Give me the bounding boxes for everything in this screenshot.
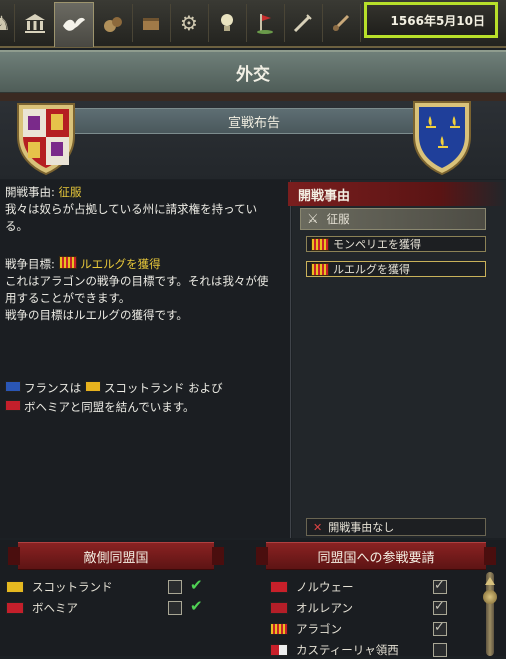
partial-tab-icon[interactable]: ♞ — [0, 4, 15, 42]
no-cb-option[interactable]: ✕ 開戦事由なし — [306, 518, 486, 536]
check-icon: ✔ — [190, 597, 203, 615]
bohemia-flag-icon — [5, 400, 21, 411]
wargoal-item[interactable]: モンペリエを獲得 — [306, 236, 486, 252]
enemy-ally-checkbox[interactable] — [168, 601, 182, 615]
declare-war-title: 宣戦布告 — [70, 108, 438, 134]
ally-name: スコットランド — [32, 580, 113, 594]
enemy-ally-checkbox[interactable] — [168, 580, 182, 594]
ideas-lightbulb-icon[interactable] — [208, 4, 247, 42]
ally-name: アラゴン — [296, 622, 342, 636]
cb-item-conquest[interactable]: ⚔ 征服 — [300, 208, 486, 230]
alliance-info: フランスは スコットランド および — [5, 380, 280, 397]
page-title: 外交 — [0, 50, 506, 95]
cb-value: 征服 — [58, 185, 82, 199]
france-flag-icon — [5, 381, 21, 392]
economy-icon[interactable] — [94, 4, 133, 42]
war-goal-line: 戦争目標: ルエルグを獲得 — [5, 256, 275, 273]
check-icon: ✓ — [434, 620, 445, 635]
call-ally-row: オルレアン — [270, 599, 480, 617]
alliance-info-2: ボヘミアと同盟を結んでいます。 — [5, 399, 280, 416]
production-gear-icon[interactable]: ⚙ — [170, 4, 209, 42]
game-date[interactable]: 1566年5月10日 — [364, 2, 498, 38]
call-ally-row: ノルウェー — [270, 578, 480, 596]
red-x-icon: ✕ — [313, 520, 323, 534]
scroll-up-icon[interactable] — [485, 577, 495, 585]
war-goal-description-2: 戦争の目標はルエルグの獲得です。 — [5, 308, 188, 322]
cb-label: 開戦事由: — [5, 185, 55, 199]
cb-list-header: 開戦事由 — [288, 182, 506, 206]
check-icon: ✓ — [434, 599, 445, 614]
no-cb-label: 開戦事由なし — [328, 521, 395, 534]
call-ally-row: アラゴン — [270, 620, 480, 638]
aragon-flag-icon — [58, 256, 77, 269]
trade-icon[interactable] — [132, 4, 171, 42]
war-goal-value: ルエルグを獲得 — [80, 257, 161, 271]
aragon-flag-icon — [311, 237, 329, 251]
scotland-flag-icon — [6, 581, 24, 593]
bohemia-flag-icon — [6, 602, 24, 614]
scroll-thumb[interactable] — [483, 590, 497, 604]
wargoal-label: モンペリエを獲得 — [333, 238, 421, 251]
cb-select-panel — [292, 180, 506, 538]
call-ally-checkbox[interactable] — [433, 643, 447, 657]
missionaries-icon[interactable] — [322, 4, 361, 42]
ally-name: ボヘミア — [32, 601, 78, 615]
cb-item-label: 征服 — [326, 212, 350, 226]
castile-flag-icon — [270, 644, 288, 656]
cb-description: 我々は奴らが占拠している州に請求権を持っている。 — [5, 202, 258, 233]
war-goal-description: これはアラゴンの戦争の目標です。それは我々が使用することができます。 — [5, 274, 269, 305]
missions-flag-icon[interactable] — [246, 4, 285, 42]
alliance-text-1: フランスは — [24, 381, 82, 395]
call-allies-header: 同盟国への参戦要請 — [256, 542, 496, 570]
cb-description-panel: 開戦事由: 征服 我々は奴らが占拠している州に請求権を持っている。 戦争目標: … — [0, 180, 291, 538]
cb-line: 開戦事由: 征服 — [5, 184, 275, 201]
defender-shield-icon[interactable] — [410, 98, 474, 176]
attacker-shield-icon[interactable] — [14, 100, 78, 176]
scotland-flag-icon — [84, 381, 101, 392]
check-icon: ✔ — [190, 576, 203, 594]
war-goal-label: 戦争目標: — [5, 257, 55, 271]
alliance-text-3: ボヘミアと同盟を結んでいます。 — [24, 400, 195, 414]
wargoal-item-selected[interactable]: ルエルグを獲得 — [306, 261, 486, 277]
aragon-flag-icon — [270, 623, 288, 635]
ally-name: オルレアン — [296, 601, 354, 615]
call-ally-row: カスティーリャ領西 — [270, 641, 480, 659]
wargoal-label: ルエルグを獲得 — [333, 263, 410, 276]
norway-flag-icon — [270, 581, 288, 593]
enemy-allies-header: 敵側同盟国 — [8, 542, 224, 570]
military-icon[interactable] — [284, 4, 323, 42]
court-icon[interactable] — [16, 4, 55, 42]
check-icon: ✓ — [434, 578, 445, 593]
diplomacy-dove-icon[interactable] — [54, 2, 94, 47]
alliance-text-2: スコットランド および — [103, 381, 223, 395]
ally-name: ノルウェー — [296, 580, 354, 594]
aragon-flag-icon — [311, 262, 329, 276]
crossed-swords-icon: ⚔ — [307, 211, 319, 227]
orleans-flag-icon — [270, 602, 288, 614]
